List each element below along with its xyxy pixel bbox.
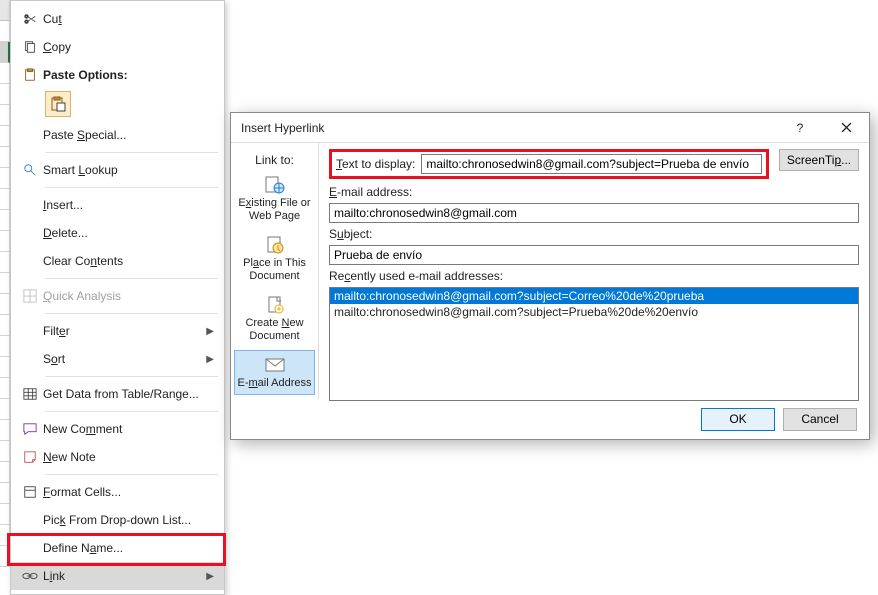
menu-item-sort[interactable]: Sort ▶ [11,345,224,373]
menu-label: Define Name... [43,541,214,555]
linkto-label: Place in This Document [237,257,312,283]
dialog-main: Text to display: ScreenTip... E-mail add… [319,143,869,399]
help-icon: ? [797,121,804,135]
menu-item-quick-analysis: Quick Analysis [11,282,224,310]
separator [45,187,218,188]
dialog-titlebar[interactable]: Insert Hyperlink ? [231,113,869,143]
dialog-footer: OK Cancel [231,399,869,439]
menu-item-copy[interactable]: Copy [11,33,224,61]
help-button[interactable]: ? [777,113,823,143]
linkto-label: Create New Document [237,317,312,343]
menu-item-paste-options: Paste Options: [11,61,224,89]
linkto-create-new[interactable]: Create New Document [234,290,315,348]
menu-label: Copy [43,40,214,54]
quick-analysis-icon [17,289,43,303]
menu-item-link[interactable]: Link ▶ [11,562,224,590]
separator [45,152,218,153]
paste-options-row [11,89,224,121]
menu-item-pick-from-list[interactable]: Pick From Drop-down List... [11,506,224,534]
subject-input[interactable] [329,245,859,265]
separator [45,376,218,377]
menu-item-smart-lookup[interactable]: Smart Lookup [11,156,224,184]
text-to-display-input[interactable] [421,154,762,174]
format-icon [17,485,43,499]
link-icon [17,569,43,583]
linkto-email-address[interactable]: E-mail Address [234,350,315,395]
cancel-button[interactable]: Cancel [783,408,857,431]
menu-label: Smart Lookup [43,163,214,177]
insert-hyperlink-dialog: Insert Hyperlink ? Link to: Existing Fil… [230,112,870,440]
linkto-place-in-document[interactable]: Place in This Document [234,230,315,288]
menu-label: Paste Special... [43,128,214,142]
menu-label: New Comment [43,422,214,436]
subject-label: Subject: [329,227,372,241]
menu-label: Link [43,569,206,583]
email-address-input[interactable] [329,203,859,223]
close-icon [841,122,852,133]
chevron-right-icon: ▶ [206,571,214,582]
menu-label: Insert... [43,198,214,212]
menu-item-paste-special[interactable]: Paste Special... [11,121,224,149]
bookmark-icon [264,235,286,255]
web-page-icon [264,175,286,195]
link-to-label: Link to: [231,147,318,169]
dialog-title: Insert Hyperlink [241,121,777,135]
linkto-existing-file[interactable]: Existing File or Web Page [234,170,315,228]
menu-item-clear-contents[interactable]: Clear Contents [11,247,224,275]
menu-label: Clear Contents [43,254,214,268]
menu-label: Pick From Drop-down List... [43,513,214,527]
linkto-label: E-mail Address [238,377,312,390]
separator [45,313,218,314]
menu-label: Get Data from Table/Range... [43,387,214,401]
list-item[interactable]: mailto:chronosedwin8@gmail.com?subject=C… [330,288,858,304]
close-button[interactable] [823,113,869,143]
menu-item-filter[interactable]: Filter ▶ [11,317,224,345]
menu-label: Sort [43,352,206,366]
menu-label: Cut [43,12,214,26]
menu-label: Filter [43,324,206,338]
new-document-icon [264,295,286,315]
clipboard-icon [17,68,43,82]
separator [45,278,218,279]
context-menu: Cut Copy Paste Options: Paste Special...… [10,0,225,595]
menu-item-format-cells[interactable]: Format Cells... [11,478,224,506]
menu-item-new-note[interactable]: New Note [11,443,224,471]
annotation-highlight-text-to-display: Text to display: [329,149,769,179]
spreadsheet-grid-edge [0,0,10,569]
menu-item-get-data[interactable]: Get Data from Table/Range... [11,380,224,408]
email-address-label: E-mail address: [329,185,412,199]
screentip-button[interactable]: ScreenTip... [779,149,859,171]
menu-label: Delete... [43,226,214,240]
linkto-label: Existing File or Web Page [237,197,312,223]
menu-label: Paste Options: [43,68,214,82]
menu-item-new-comment[interactable]: New Comment [11,415,224,443]
screentip-label: ScreenTip... [787,153,851,167]
menu-label: New Note [43,450,214,464]
menu-item-delete[interactable]: Delete... [11,219,224,247]
paste-option-default[interactable] [45,91,71,117]
text-to-display-label: Text to display: [336,157,415,171]
copy-icon [17,40,43,54]
menu-item-cut[interactable]: Cut [11,5,224,33]
chevron-right-icon: ▶ [206,354,214,365]
chevron-right-icon: ▶ [206,326,214,337]
link-to-sidebar: Link to: Existing File or Web Page Place… [231,143,319,399]
ok-button[interactable]: OK [701,408,775,431]
table-icon [17,387,43,401]
separator [45,474,218,475]
envelope-icon [264,355,286,375]
menu-label: Quick Analysis [43,289,214,303]
recent-label: Recently used e-mail addresses: [329,269,503,283]
list-item[interactable]: mailto:chronosedwin8@gmail.com?subject=P… [330,304,858,320]
menu-item-define-name[interactable]: Define Name... [11,534,224,562]
search-icon [17,163,43,177]
note-icon [17,450,43,464]
comment-icon [17,422,43,436]
menu-label: Format Cells... [43,485,214,499]
recent-addresses-list[interactable]: mailto:chronosedwin8@gmail.com?subject=C… [329,287,859,401]
menu-item-insert[interactable]: Insert... [11,191,224,219]
separator [45,411,218,412]
scissors-icon [17,12,43,26]
